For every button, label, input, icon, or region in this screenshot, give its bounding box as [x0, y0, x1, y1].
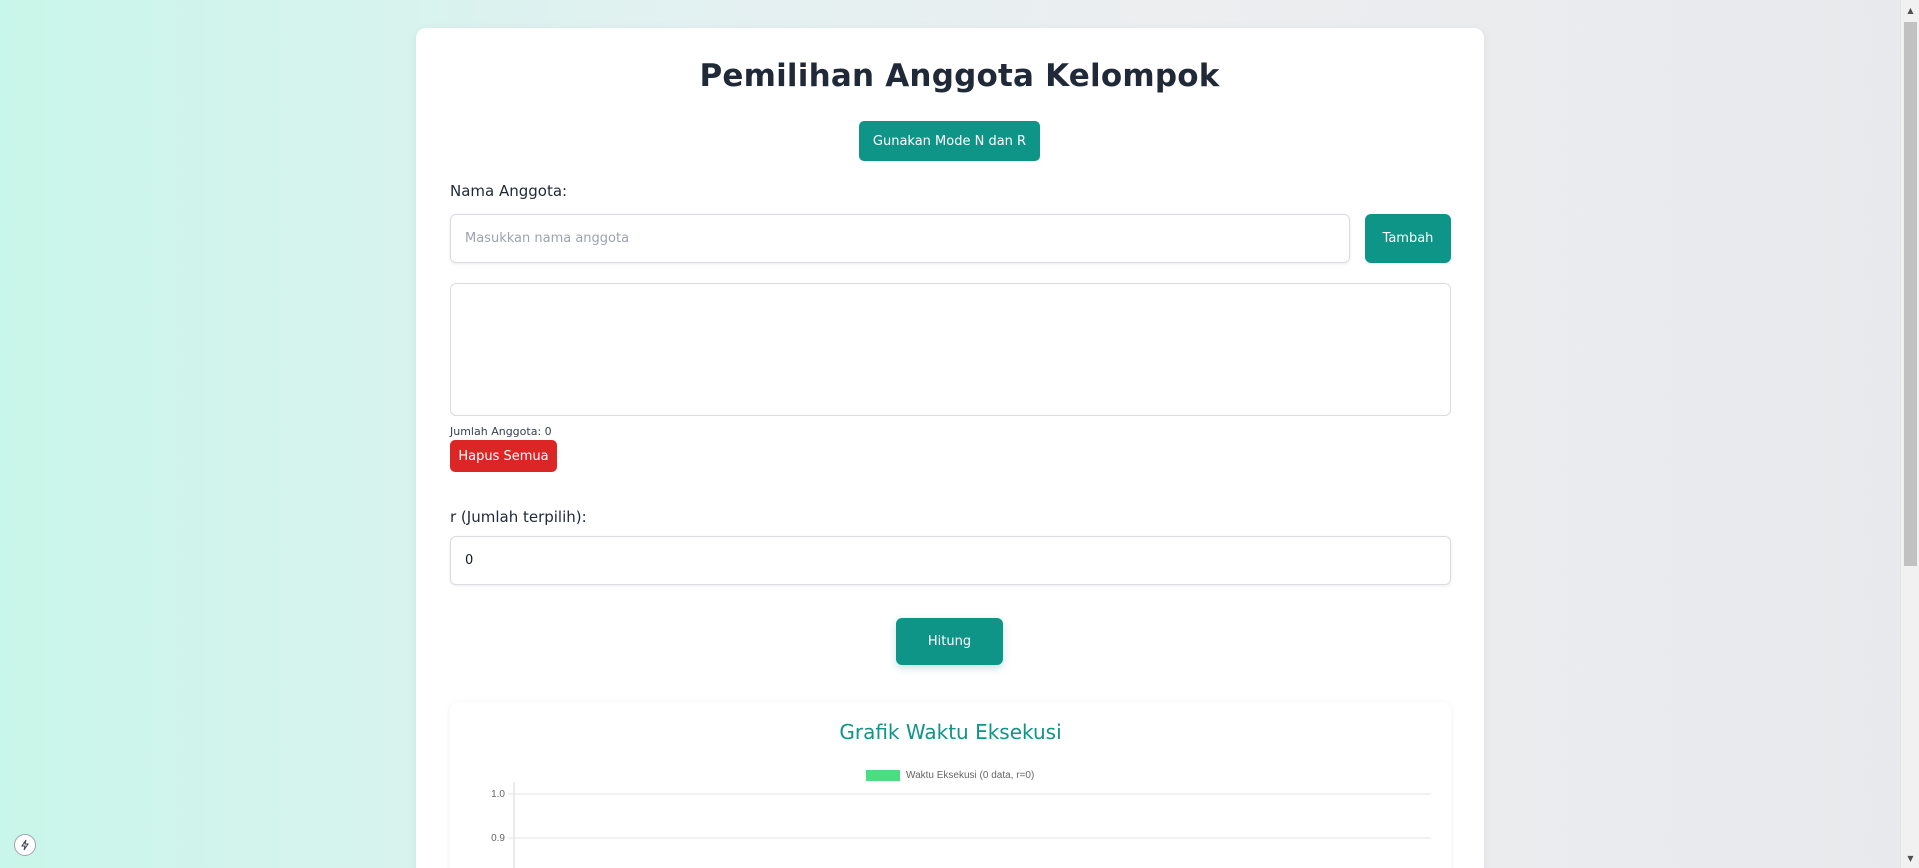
- r-input[interactable]: 0: [450, 536, 1451, 585]
- calculate-button[interactable]: Hitung: [896, 618, 1003, 665]
- scroll-down-arrow-icon[interactable]: ▼: [1901, 850, 1919, 866]
- y-tick-label-1-0: 1.0: [491, 789, 505, 800]
- chart-title: Grafik Waktu Eksekusi: [839, 720, 1062, 744]
- member-count: Jumlah Anggota: 0: [450, 425, 552, 438]
- legend-swatch: [866, 770, 900, 781]
- mode-n-r-button[interactable]: Gunakan Mode N dan R: [859, 121, 1040, 161]
- y-tick-label-0-9: 0.9: [491, 833, 505, 844]
- chart-plot: 1.0 0.9: [491, 782, 1431, 868]
- chart-legend[interactable]: Waktu Eksekusi (0 data, r=0): [866, 770, 1034, 781]
- chart-panel: Grafik Waktu Eksekusi Waktu Eksekusi (0 …: [450, 702, 1451, 868]
- scroll-up-arrow-icon[interactable]: ▲: [1901, 2, 1919, 18]
- bolt-icon[interactable]: [14, 834, 36, 856]
- member-name-input[interactable]: Masukkan nama anggota: [450, 214, 1350, 263]
- page-title: Pemilihan Anggota Kelompok: [699, 58, 1220, 94]
- member-list: [450, 283, 1451, 416]
- legend-label: Waktu Eksekusi (0 data, r=0): [906, 770, 1035, 781]
- member-name-placeholder: Masukkan nama anggota: [465, 231, 630, 246]
- r-input-value: 0: [465, 553, 474, 568]
- r-label: r (Jumlah terpilih):: [450, 508, 587, 526]
- scroll-thumb[interactable]: [1904, 22, 1917, 566]
- member-name-label: Nama Anggota:: [450, 182, 568, 200]
- page-scrollbar[interactable]: ▲ ▼: [1900, 0, 1919, 868]
- add-member-button[interactable]: Tambah: [1365, 214, 1451, 263]
- clear-all-button[interactable]: Hapus Semua: [450, 440, 557, 472]
- bolt-glyph-icon: [21, 839, 29, 851]
